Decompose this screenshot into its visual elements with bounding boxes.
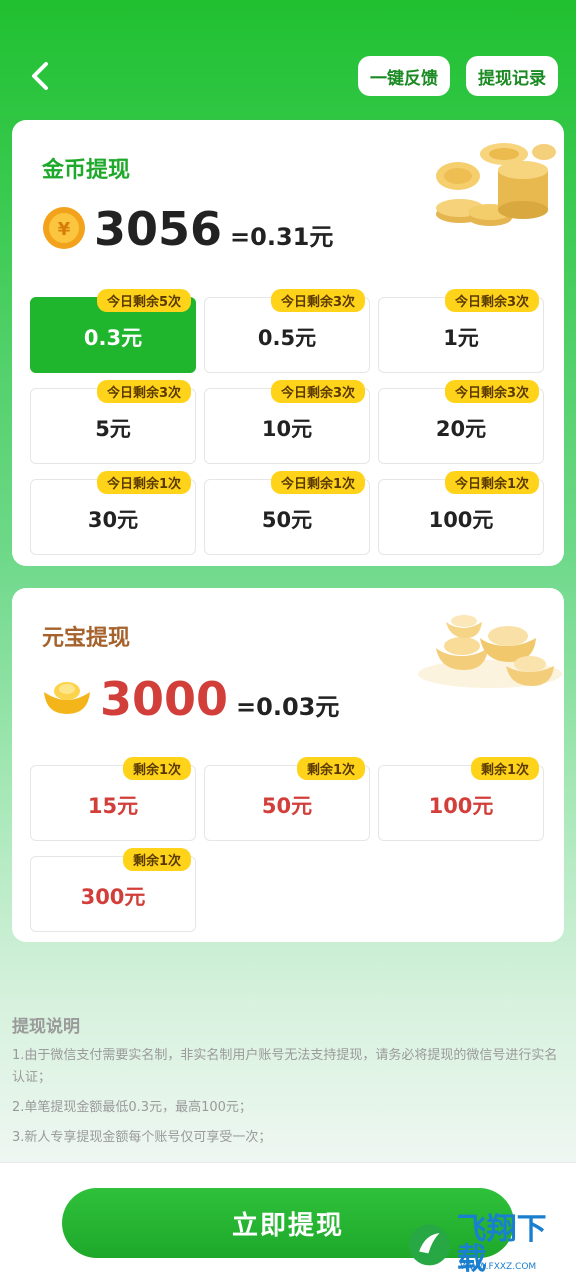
withdraw-option-tile[interactable]: 今日剩余3次 5元 — [30, 380, 196, 464]
remaining-badge: 剩余1次 — [470, 757, 539, 780]
svg-text:¥: ¥ — [58, 219, 71, 240]
remaining-badge: 今日剩余1次 — [270, 471, 365, 494]
option-amount: 0.3元 — [83, 326, 143, 350]
note-item: 1.由于微信支付需要实名制，非实名制用户账号无法支持提现，请务必将提现的微信号进… — [12, 1048, 558, 1085]
ingot-equivalent: =0.03元 — [236, 693, 340, 721]
option-amount: 300元 — [80, 885, 146, 909]
option-amount: 100元 — [428, 508, 494, 532]
option-amount: 15元 — [87, 794, 139, 818]
ingot-section-title: 元宝提现 — [42, 626, 131, 651]
coin-equivalent: =0.31元 — [230, 223, 334, 251]
back-arrow-icon[interactable] — [24, 58, 60, 94]
remaining-badge: 今日剩余3次 — [96, 380, 191, 403]
option-amount: 50元 — [261, 794, 313, 818]
withdraw-option-tile[interactable]: 今日剩余1次 30元 — [30, 471, 196, 555]
withdraw-option-tile[interactable]: 今日剩余1次 50元 — [204, 471, 370, 555]
remaining-badge: 今日剩余3次 — [444, 380, 539, 403]
coin-section-title: 金币提现 — [42, 158, 131, 183]
coin-withdraw-card: 金币提现 ¥ 3056 =0.31元 今日剩余5次 0.3元 今日剩余3次 0.5元今… — [12, 120, 564, 566]
notes-title: 提现说明 — [12, 1017, 80, 1037]
withdraw-option-tile[interactable]: 剩余1次 15元 — [30, 757, 196, 841]
gold-ingot-icon — [44, 682, 90, 714]
feedback-button[interactable]: 一键反馈 — [358, 56, 450, 96]
remaining-badge: 今日剩余3次 — [270, 380, 365, 403]
option-amount: 10元 — [261, 417, 313, 441]
option-amount: 20元 — [435, 417, 487, 441]
ingot-balance: 3000 — [100, 672, 229, 726]
remaining-badge: 剩余1次 — [122, 848, 191, 871]
coin-stack-icon — [436, 143, 556, 226]
watermark-url: WWW.FXXZ.COM — [460, 1262, 537, 1272]
remaining-badge: 今日剩余5次 — [96, 289, 191, 312]
note-item: 2.单笔提现金额最低0.3元，最高100元； — [12, 1100, 252, 1115]
withdraw-option-tile[interactable]: 剩余1次 100元 — [378, 757, 544, 841]
option-amount: 100元 — [428, 794, 494, 818]
withdraw-notes: 提现说明 1.由于微信支付需要实名制，非实名制用户账号无法支持提现，请务必将提现… — [12, 1012, 564, 1149]
remaining-badge: 剩余1次 — [296, 757, 365, 780]
header: 一键反馈 提现记录 — [0, 0, 576, 120]
withdraw-option-tile[interactable]: 今日剩余3次 1元 — [378, 289, 544, 373]
gold-coin-icon: ¥ — [43, 207, 85, 249]
remaining-badge: 今日剩余1次 — [444, 471, 539, 494]
coin-balance-row: ¥ 3056 =0.31元 — [42, 206, 333, 252]
withdraw-option-tile[interactable]: 今日剩余5次 0.3元 — [30, 289, 196, 373]
coin-balance: 3056 — [94, 202, 223, 256]
withdraw-option-tile[interactable]: 今日剩余3次 0.5元 — [204, 289, 370, 373]
withdraw-option-tile[interactable]: 今日剩余1次 100元 — [378, 471, 544, 555]
withdraw-option-tile[interactable]: 剩余1次 50元 — [204, 757, 370, 841]
watermark-logo-icon — [408, 1224, 450, 1266]
withdraw-records-button[interactable]: 提现记录 — [466, 56, 558, 96]
option-amount: 1元 — [443, 326, 479, 350]
option-amount: 30元 — [87, 508, 139, 532]
ingot-withdraw-card: 元宝提现 3000 =0.03元 剩余1次 15元 剩余1次 50元 剩余1次 100元剩… — [12, 588, 564, 942]
remaining-badge: 今日剩余1次 — [96, 471, 191, 494]
withdraw-option-tile[interactable]: 今日剩余3次 20元 — [378, 380, 544, 464]
remaining-badge: 今日剩余3次 — [270, 289, 365, 312]
option-amount: 5元 — [95, 417, 131, 441]
remaining-badge: 剩余1次 — [122, 757, 191, 780]
withdraw-option-tile[interactable]: 剩余1次 300元 — [30, 848, 196, 932]
remaining-badge: 今日剩余3次 — [444, 289, 539, 312]
option-amount: 50元 — [261, 508, 313, 532]
withdraw-option-tile[interactable]: 今日剩余3次 10元 — [204, 380, 370, 464]
note-item: 3.新人专享提现金额每个账号仅可享受一次； — [12, 1130, 272, 1145]
option-amount: 0.5元 — [257, 326, 317, 350]
ingot-pile-icon — [418, 615, 562, 688]
ingot-balance-row: 3000 =0.03元 — [42, 676, 339, 722]
